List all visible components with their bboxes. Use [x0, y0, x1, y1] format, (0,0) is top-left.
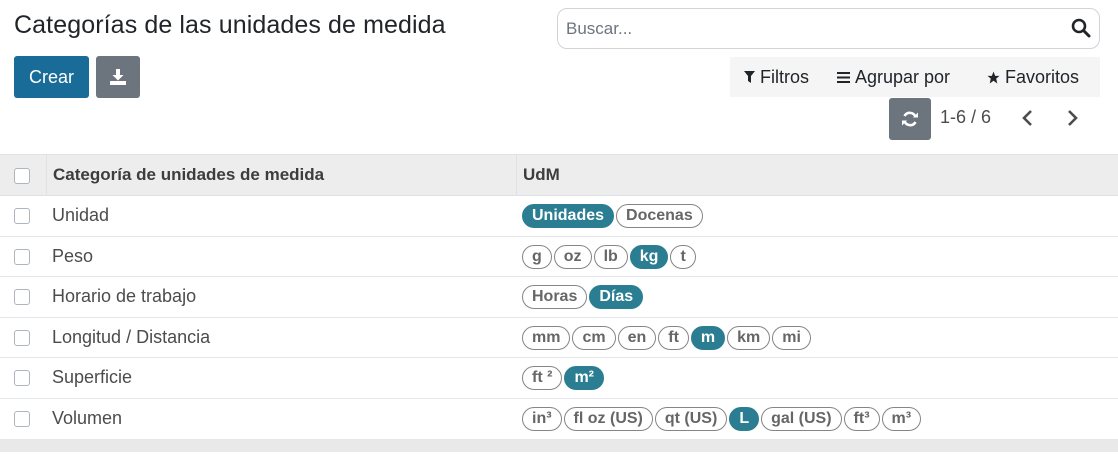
row-category-name: Unidad	[52, 205, 110, 225]
uom-tag: Horas	[522, 285, 588, 310]
row-checkbox[interactable]	[14, 208, 30, 224]
uom-tag-reference: Días	[589, 285, 644, 310]
row-category-name: Peso	[52, 245, 94, 266]
uom-tags: g oz lb kg t	[522, 244, 696, 269]
table-row[interactable]: Superficie ft ² m²	[0, 358, 1118, 399]
uom-tag: oz	[553, 244, 592, 269]
page-title: Categorías de las unidades de medida	[14, 11, 446, 39]
refresh-icon	[902, 111, 918, 127]
column-divider	[516, 155, 517, 195]
uom-tags: Horas Días	[522, 285, 644, 310]
uom-tag: m³	[881, 406, 922, 431]
search-input[interactable]	[566, 18, 1066, 40]
uom-tag-reference: kg	[629, 244, 669, 269]
uom-tag: ft ²	[522, 366, 563, 391]
row-category-name: Longitud / Distancia	[52, 326, 211, 347]
row-category-name: Superficie	[52, 367, 133, 388]
download-icon	[110, 69, 126, 85]
table-row[interactable]: Unidad Unidades Docenas	[0, 196, 1118, 237]
table-footer	[0, 439, 1118, 452]
uom-tag: gal (US)	[761, 406, 842, 431]
favorites-dropdown[interactable]: Favoritos	[987, 67, 1079, 88]
chevron-right-icon[interactable]	[1062, 108, 1082, 128]
search-box[interactable]	[557, 8, 1100, 49]
table-row[interactable]: Longitud / Distancia mm cm en ft m km mi	[0, 318, 1118, 359]
table-row[interactable]: Peso g oz lb kg t	[0, 237, 1118, 278]
uom-tag: km	[727, 325, 771, 350]
refresh-button[interactable]	[889, 98, 931, 140]
uom-tag: en	[617, 325, 657, 350]
uom-tag: mm	[522, 325, 571, 350]
uom-tag: in³	[522, 406, 562, 431]
uom-tag: g	[522, 244, 552, 269]
uom-tag: qt (US)	[654, 406, 728, 431]
row-category-name: Volumen	[52, 407, 123, 428]
create-button[interactable]: Crear	[14, 56, 89, 98]
list-icon	[837, 71, 850, 83]
chevron-left-icon[interactable]	[1018, 108, 1038, 128]
table-row[interactable]: Volumen in³ fl oz (US) qt (US) Lgal (US) ft³ m…	[0, 399, 1118, 440]
pager-value[interactable]: 1-6 / 6	[940, 107, 991, 128]
row-checkbox[interactable]	[14, 370, 30, 387]
uom-tag-reference: m²	[564, 366, 604, 391]
table-body: Unidad Unidades Docenas Peso g oz lb kg t Horario…	[0, 196, 1118, 440]
uom-tag: ft³	[843, 406, 880, 431]
uom-tag-reference: Unidades	[522, 204, 615, 228]
favorites-label: Favoritos	[1005, 66, 1080, 87]
filter-icon	[744, 71, 755, 83]
uom-tags: mm cm en ft m km mi	[522, 325, 811, 350]
uom-tags: Unidades Docenas	[522, 204, 703, 228]
uom-tags: in³ fl oz (US) qt (US) Lgal (US) ft³ m³	[522, 406, 922, 431]
group-by-label: Agrupar por	[855, 66, 951, 87]
uom-tag-reference: m	[690, 325, 726, 350]
row-checkbox[interactable]	[14, 329, 30, 346]
row-category-name: Horario de trabajo	[52, 286, 197, 307]
select-all-checkbox[interactable]	[14, 168, 30, 184]
row-checkbox[interactable]	[14, 410, 30, 427]
uom-tag: lb	[593, 244, 628, 269]
row-checkbox[interactable]	[14, 289, 30, 306]
uom-tag: cm	[572, 325, 616, 350]
uom-tag: mi	[772, 325, 811, 350]
search-icon[interactable]	[1071, 18, 1091, 38]
star-icon	[987, 71, 1000, 84]
uom-tag: ft	[658, 325, 689, 350]
row-checkbox[interactable]	[14, 248, 30, 265]
uom-tag: fl oz (US)	[563, 406, 653, 431]
filters-label: Filtros	[760, 66, 809, 87]
uom-tag: t	[670, 244, 696, 269]
column-divider	[46, 155, 47, 195]
header-uom[interactable]: UdM	[523, 165, 560, 185]
table-row[interactable]: Horario de trabajo Horas Días	[0, 277, 1118, 318]
download-button[interactable]	[96, 56, 140, 98]
filters-dropdown[interactable]: Filtros	[744, 67, 809, 88]
header-category[interactable]: Categoría de unidades de medida	[53, 165, 324, 185]
uom-tags: ft ² m²	[522, 366, 604, 391]
uom-category-table: Categoría de unidades de medida UdM Unid…	[0, 154, 1118, 452]
uom-tag-reference: L	[729, 406, 760, 431]
table-header: Categoría de unidades de medida UdM	[0, 154, 1118, 196]
group-by-dropdown[interactable]: Agrupar por	[837, 67, 950, 88]
uom-tag: Docenas	[616, 204, 703, 228]
search-panel-options: Filtros Agrupar por Favoritos	[730, 57, 1100, 97]
